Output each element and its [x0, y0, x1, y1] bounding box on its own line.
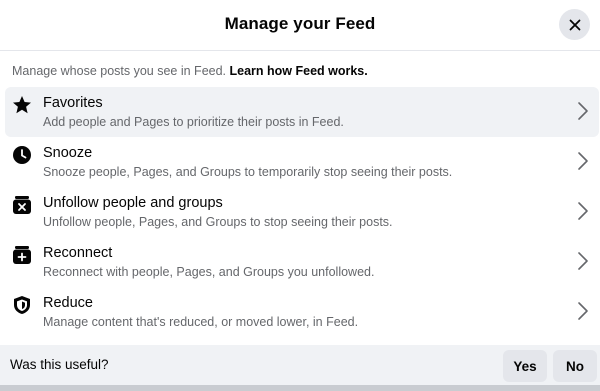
option-subtitle: Snooze people, Pages, and Groups to temp… [43, 165, 453, 179]
shield-icon [12, 295, 32, 315]
close-icon [569, 19, 580, 30]
option-subtitle: Unfollow people, Pages, and Groups to st… [43, 215, 393, 229]
feedback-question: Was this useful? [10, 357, 109, 372]
option-favorites[interactable]: Favorites Add people and Pages to priori… [5, 87, 599, 137]
star-icon [12, 95, 32, 115]
option-title: Unfollow people and groups [43, 195, 223, 211]
dialog-header: Manage your Feed [0, 0, 600, 51]
option-title: Favorites [43, 95, 103, 111]
yes-button[interactable]: Yes [503, 350, 547, 382]
close-button[interactable] [559, 9, 590, 40]
feedback-bar: Was this useful? Yes No [0, 345, 600, 385]
option-subtitle: Add people and Pages to prioritize their… [43, 115, 344, 129]
option-subtitle: Manage content that's reduced, or moved … [43, 315, 359, 329]
chevron-right-icon [578, 152, 588, 170]
intro-text: Manage whose posts you see in Feed. Lear… [12, 64, 368, 78]
feed-options-list: Favorites Add people and Pages to priori… [5, 87, 599, 337]
no-button[interactable]: No [553, 350, 597, 382]
intro-description: Manage whose posts you see in Feed. [12, 64, 230, 78]
background-strip [0, 385, 600, 391]
option-reconnect[interactable]: Reconnect Reconnect with people, Pages, … [5, 237, 599, 287]
option-reduce[interactable]: Reduce Manage content that's reduced, or… [5, 287, 599, 337]
option-snooze[interactable]: Snooze Snooze people, Pages, and Groups … [5, 137, 599, 187]
dialog-title: Manage your Feed [224, 14, 376, 33]
chevron-right-icon [578, 252, 588, 270]
option-unfollow[interactable]: Unfollow people and groups Unfollow peop… [5, 187, 599, 237]
option-title: Snooze [43, 145, 93, 161]
chevron-right-icon [578, 102, 588, 120]
option-title: Reconnect [43, 245, 113, 261]
chevron-right-icon [578, 302, 588, 320]
unfollow-icon [12, 195, 32, 215]
reconnect-icon [12, 245, 32, 265]
learn-more-link[interactable]: Learn how Feed works. [230, 64, 368, 78]
option-title: Reduce [43, 295, 93, 311]
chevron-right-icon [578, 202, 588, 220]
option-subtitle: Reconnect with people, Pages, and Groups… [43, 265, 375, 279]
clock-icon [12, 145, 32, 165]
